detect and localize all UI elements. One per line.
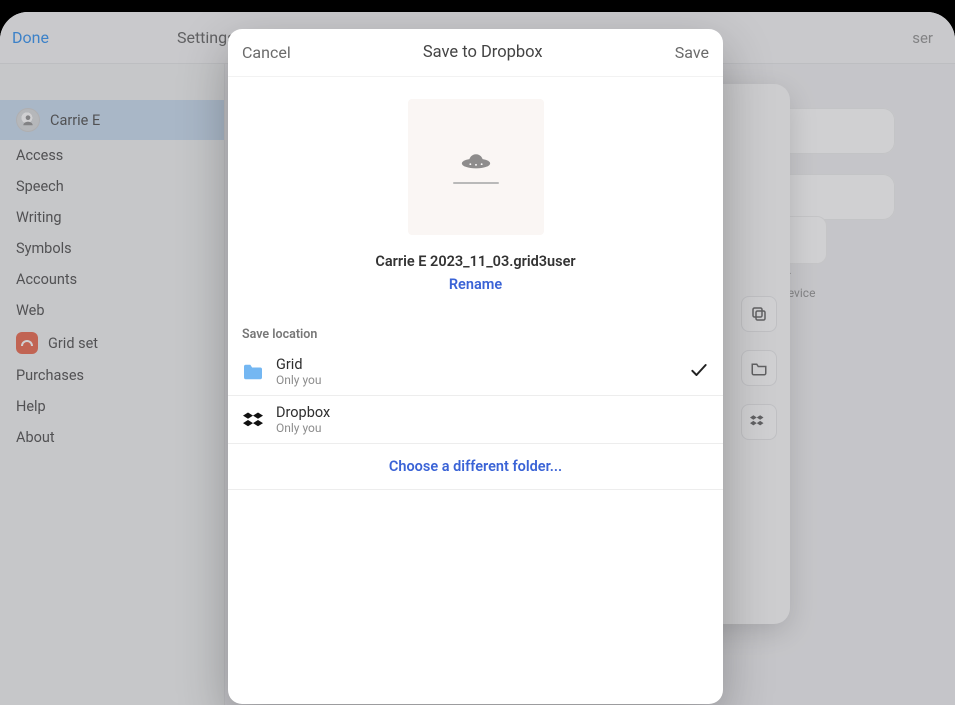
choose-different-folder-button[interactable]: Choose a different folder... <box>228 444 723 490</box>
modal-title: Save to Dropbox <box>423 43 543 62</box>
dropbox-icon <box>242 411 264 429</box>
location-row-dropbox[interactable]: Dropbox Only you <box>228 396 723 444</box>
ufo-icon <box>459 150 493 174</box>
location-name: Dropbox <box>276 404 330 421</box>
modal-body: Carrie E 2023_11_03.grid3user Rename Sav… <box>228 77 723 704</box>
save-location-header: Save location <box>228 293 723 348</box>
file-thumbnail <box>408 99 544 235</box>
save-to-dropbox-modal: Cancel Save to Dropbox Save Carrie E 202… <box>228 29 723 704</box>
save-button[interactable]: Save <box>675 43 709 62</box>
location-subtext: Only you <box>276 373 322 387</box>
checkmark-icon <box>689 360 709 384</box>
location-subtext: Only you <box>276 421 330 435</box>
modal-header: Cancel Save to Dropbox Save <box>228 29 723 77</box>
rename-button[interactable]: Rename <box>228 276 723 293</box>
location-row-grid[interactable]: Grid Only you <box>228 348 723 396</box>
app-window: Done Settings ser Carrie E Access Speech… <box>0 12 955 705</box>
location-name: Grid <box>276 356 322 373</box>
filename-label: Carrie E 2023_11_03.grid3user <box>228 253 723 270</box>
cancel-button[interactable]: Cancel <box>242 43 291 62</box>
folder-icon <box>242 363 264 381</box>
